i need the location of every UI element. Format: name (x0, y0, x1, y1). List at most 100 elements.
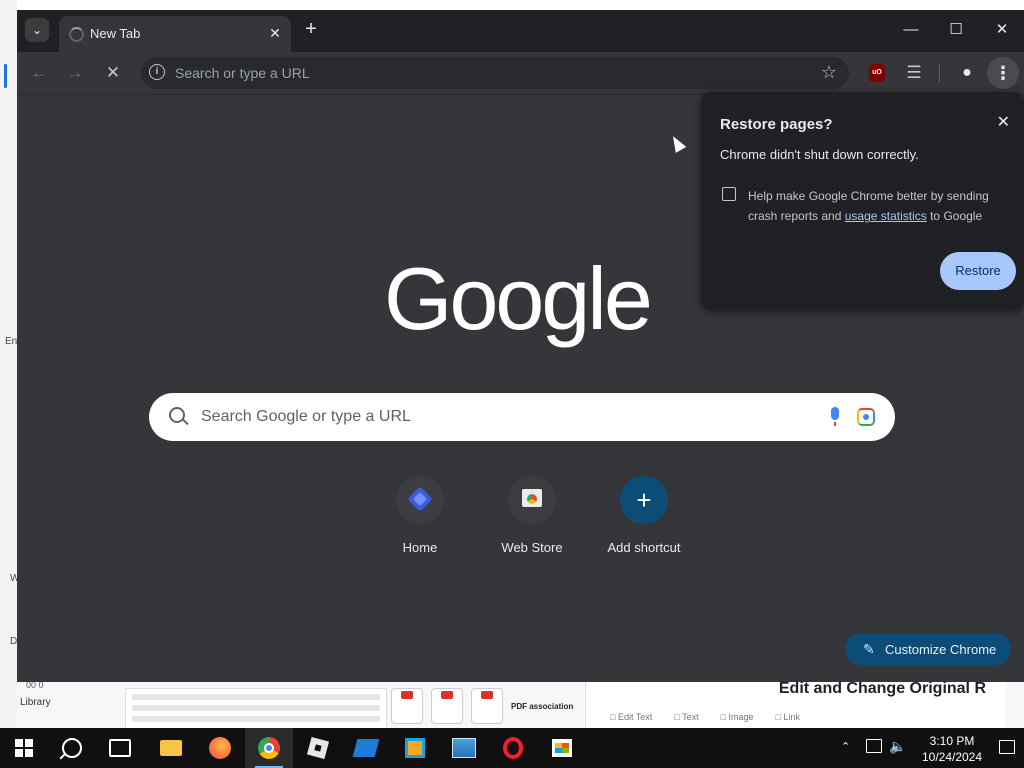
minimize-icon[interactable]: — (896, 18, 926, 42)
google-logo: Google (384, 249, 653, 348)
taskbar-opera[interactable] (489, 728, 537, 768)
app-icon (405, 738, 425, 758)
background-tool: Edit Text (610, 712, 652, 722)
tab-close-icon[interactable]: ✕ (267, 25, 283, 41)
new-tab-plus-icon[interactable]: + (301, 19, 321, 39)
crash-report-label: Help make Google Chrome better by sendin… (748, 189, 989, 223)
url-text[interactable]: Search or type a URL (175, 65, 805, 81)
microphone-icon[interactable] (831, 407, 839, 426)
tab-strip: ⌄ New Tab ✕ + — ☐ ✕ (17, 10, 1024, 52)
site-info-icon[interactable]: i (149, 64, 165, 80)
clock[interactable]: 3:10 PM 10/24/2024 (914, 733, 990, 765)
windows-taskbar: ⌃ 🔈 3:10 PM 10/24/2024 (0, 728, 1024, 768)
background-heading: Edit and Change Original R (778, 682, 986, 697)
shortcut-add[interactable]: + Add shortcut (596, 473, 692, 555)
chevron-up-icon[interactable]: ⌃ (841, 740, 850, 753)
notification-icon[interactable] (999, 740, 1015, 754)
chrome-menu-icon[interactable]: ⋮ (987, 57, 1019, 89)
taskbar-app-blue[interactable] (342, 728, 390, 768)
taskbar-chrome[interactable] (245, 728, 293, 768)
maximize-icon[interactable]: ☐ (941, 18, 971, 42)
tab-search-chevron-icon[interactable]: ⌄ (25, 18, 49, 42)
search-icon (62, 738, 82, 758)
shortcut-web-store[interactable]: Web Store (484, 473, 580, 555)
restore-dialog-title: Restore pages? (720, 116, 833, 133)
tab-new-tab[interactable]: New Tab ✕ (59, 16, 291, 52)
profile-avatar-icon[interactable]: ● (956, 62, 978, 84)
award-badge-icon (471, 688, 503, 724)
ntp-search-placeholder: Search Google or type a URL (201, 408, 411, 425)
background-app-content: PDF association Edit and Change Original… (17, 682, 1024, 728)
forward-arrow-icon[interactable]: → (63, 61, 87, 85)
browser-toolbar: ← → ✕ i Search or type a URL ☆ uO ☰ ● ⋮ (17, 52, 1024, 95)
background-tool: Image (721, 712, 754, 722)
opera-icon (503, 737, 523, 759)
background-thumbnail (125, 688, 387, 728)
taskbar-app-cube[interactable] (391, 728, 439, 768)
taskbar-search-button[interactable] (48, 728, 96, 768)
store-icon (552, 739, 572, 757)
volume-icon[interactable]: 🔈 (889, 738, 906, 755)
shortcut-icon-circle (396, 476, 444, 524)
background-toolbar: Edit Text Text Image Link (610, 712, 800, 722)
customize-chrome-button[interactable]: ✎ Customize Chrome (845, 633, 1011, 665)
shortcut-tiles: Home Web Store + Add shortcut (372, 473, 692, 555)
back-arrow-icon[interactable]: ← (27, 61, 51, 85)
restore-pages-dialog: Restore pages? ✕ Chrome didn't shut down… (701, 92, 1024, 310)
customize-chrome-label: Customize Chrome (885, 642, 997, 657)
award-badge-icon (431, 688, 463, 724)
folder-icon (160, 740, 182, 756)
taskbar-roblox[interactable] (294, 728, 342, 768)
stop-loading-icon[interactable]: ✕ (101, 61, 125, 85)
start-button[interactable] (0, 728, 48, 768)
task-view-button[interactable] (96, 728, 144, 768)
shortcut-label: Web Store (501, 540, 563, 555)
background-tool: Text (674, 712, 699, 722)
clock-date: 10/24/2024 (921, 750, 983, 764)
pencil-icon: ✎ (863, 641, 875, 657)
network-icon[interactable] (866, 739, 882, 753)
shortcut-icon-circle (508, 476, 556, 524)
pdf-association-logo: PDF association (511, 701, 574, 711)
toolbar-divider (939, 64, 940, 82)
taskbar-store[interactable] (538, 728, 586, 768)
tab-title: New Tab (90, 26, 141, 41)
chrome-icon (258, 737, 280, 759)
restore-dialog-message: Chrome didn't shut down correctly. (720, 147, 919, 162)
award-badge-icon (391, 688, 423, 724)
app-icon (352, 739, 380, 757)
home-icon (407, 486, 433, 512)
shortcut-label: Add shortcut (607, 540, 681, 555)
clock-time: 3:10 PM (929, 734, 975, 748)
plus-icon: + (620, 476, 668, 524)
task-view-icon (109, 739, 131, 757)
photos-icon (452, 738, 476, 758)
close-icon[interactable]: ✕ (997, 112, 1010, 132)
address-bar[interactable]: i Search or type a URL ☆ (141, 57, 849, 89)
search-icon (169, 407, 185, 423)
background-app-sidebar (0, 0, 17, 728)
ntp-search-box[interactable]: Search Google or type a URL (149, 393, 895, 441)
loading-spinner-icon (69, 27, 84, 42)
shortcut-label: Home (402, 540, 438, 555)
taskbar-file-explorer[interactable] (147, 728, 195, 768)
shortcut-home[interactable]: Home (372, 473, 468, 555)
extensions-puzzle-icon[interactable]: ☰ (903, 62, 925, 84)
background-tool: Link (776, 712, 800, 722)
background-badges: PDF association (391, 686, 581, 726)
usage-statistics-link[interactable]: usage statistics (845, 209, 927, 223)
firefox-icon (209, 737, 231, 759)
background-text-fragment: En (5, 336, 18, 347)
windows-logo-icon (15, 739, 33, 757)
close-window-icon[interactable]: ✕ (987, 18, 1017, 42)
bookmark-star-icon[interactable]: ☆ (821, 62, 837, 83)
restore-button[interactable]: Restore (940, 252, 1016, 290)
background-document-panel: Edit and Change Original R Edit Text Tex… (585, 682, 1006, 728)
chrome-window: ⌄ New Tab ✕ + — ☐ ✕ ← → ✕ i Search or ty… (17, 10, 1024, 682)
ublock-extension-icon[interactable]: uO (869, 64, 885, 82)
crash-report-checkbox[interactable] (722, 187, 736, 201)
taskbar-app-photos[interactable] (440, 728, 488, 768)
web-store-icon (522, 489, 542, 507)
google-lens-icon[interactable] (857, 408, 875, 426)
taskbar-firefox[interactable] (196, 728, 244, 768)
